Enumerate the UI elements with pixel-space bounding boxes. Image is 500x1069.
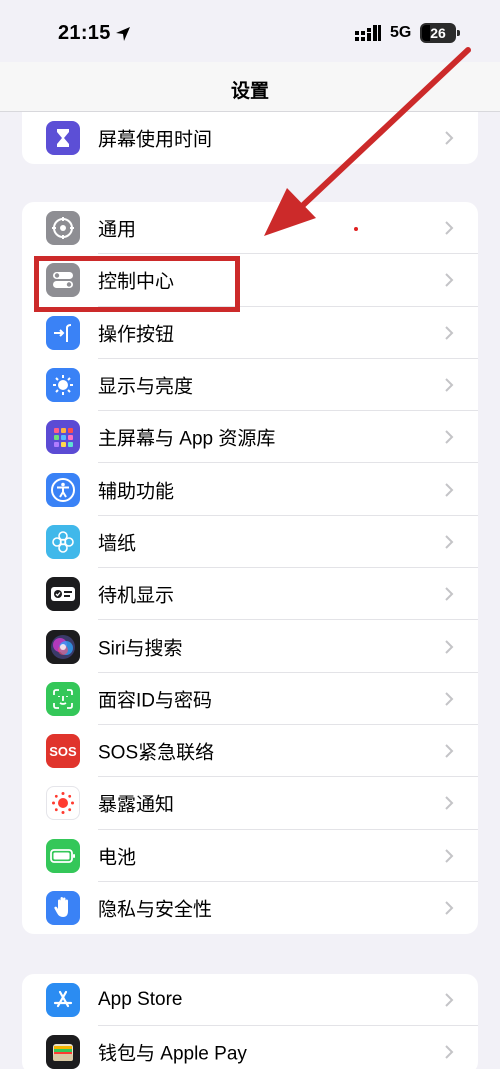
settings-row-face-id[interactable]: 面容ID与密码 [22,673,478,725]
settings-row-label: SOS紧急联络 [98,742,215,764]
settings-row-app-store[interactable]: App Store [22,974,478,1027]
chevron-right-icon [445,378,454,392]
standby-icon [46,577,80,612]
settings-row-label: 显示与亮度 [98,376,194,398]
settings-row-wallpaper[interactable]: 墙纸 [22,516,478,569]
action-button-icon [46,315,80,350]
chevron-right-icon [445,796,454,811]
chevron-right-icon [445,326,454,340]
sos-icon-text: SOS [49,743,77,759]
settings-row-label: 待机显示 [98,585,175,607]
exposure-icon [46,786,80,821]
hourglass-icon [46,121,80,156]
page-title: 设置 [230,81,269,102]
chevron-right-icon [445,692,454,706]
app-store-icon [46,983,80,1018]
status-time: 21:15 [58,22,111,44]
settings-row-exposure-notifications[interactable]: 暴露通知 [22,777,478,830]
settings-row-label: 操作按钮 [98,324,175,346]
settings-row-label: 屏幕使用时间 [98,129,213,151]
chevron-right-icon [445,482,454,497]
settings-row-emergency-sos[interactable]: SOS SOS紧急联络 [22,725,478,778]
sun-icon [46,368,80,403]
settings-row-display-brightness[interactable]: 显示与亮度 [22,359,478,412]
settings-row-label: 通用 [98,219,137,241]
chevron-right-icon [445,1045,454,1060]
chevron-right-icon [445,535,454,549]
settings-row-label: 面容ID与密码 [98,690,213,712]
settings-row-siri-search[interactable]: Siri与搜索 [22,620,478,673]
home-grid-icon [46,420,80,455]
settings-row-label: App Store [98,989,183,1011]
accessibility-icon [46,472,80,507]
settings-row-battery[interactable]: 电池 [22,830,478,882]
chevron-right-icon [445,639,454,654]
settings-row-label: 主屏幕与 App 资源库 [98,428,276,450]
settings-row-label: Siri与搜索 [98,638,183,660]
chevron-right-icon [445,744,454,758]
settings-group-screen-time: 屏幕使用时间 [22,112,478,164]
cellular-signal-icon [355,25,381,41]
navigation-bar: 设置 [0,62,500,112]
chevron-right-icon [445,273,454,288]
settings-row-label: 墙纸 [98,533,137,555]
network-type: 5G [390,24,412,41]
settings-row-label: 暴露通知 [98,794,175,816]
chevron-right-icon [445,901,454,915]
settings-row-label: 辅助功能 [98,481,175,503]
chevron-right-icon [445,993,454,1007]
settings-row-standby[interactable]: 待机显示 [22,568,478,621]
settings-row-label: 钱包与 Apple Pay [98,1043,247,1065]
settings-group-store: App Store 钱包与 Apple Pay [22,974,478,1069]
chevron-right-icon [445,131,454,145]
status-bar: 21:15 5G 26 [0,0,500,62]
settings-row-privacy-security[interactable]: 隐私与安全性 [22,882,478,934]
wallet-icon [46,1035,80,1069]
settings-row-accessibility[interactable]: 辅助功能 [22,463,478,516]
location-arrow-icon [116,27,130,41]
settings-row-label: 隐私与安全性 [98,899,213,921]
battery-icon: 26 [420,23,460,43]
chevron-right-icon [445,430,454,445]
face-id-icon [46,681,80,716]
chevron-right-icon [445,848,454,863]
siri-icon [46,629,80,664]
settings-row-general[interactable]: 通用 [22,202,478,255]
settings-row-label: 电池 [98,847,137,869]
settings-row-wallet[interactable]: 钱包与 Apple Pay [22,1026,478,1069]
battery-setting-icon [46,838,80,873]
chevron-right-icon [445,221,454,235]
flower-icon [46,524,80,559]
red-dot-marker [354,227,358,231]
gear-icon [46,211,80,246]
settings-row-screen-time[interactable]: 屏幕使用时间 [22,112,478,164]
settings-row-action-button[interactable]: 操作按钮 [22,307,478,359]
sos-icon: SOS [46,734,80,769]
hand-icon [46,891,80,925]
settings-row-home-screen[interactable]: 主屏幕与 App 资源库 [22,411,478,464]
highlight-box [34,256,240,312]
chevron-right-icon [445,587,454,601]
battery-percent: 26 [430,25,446,41]
